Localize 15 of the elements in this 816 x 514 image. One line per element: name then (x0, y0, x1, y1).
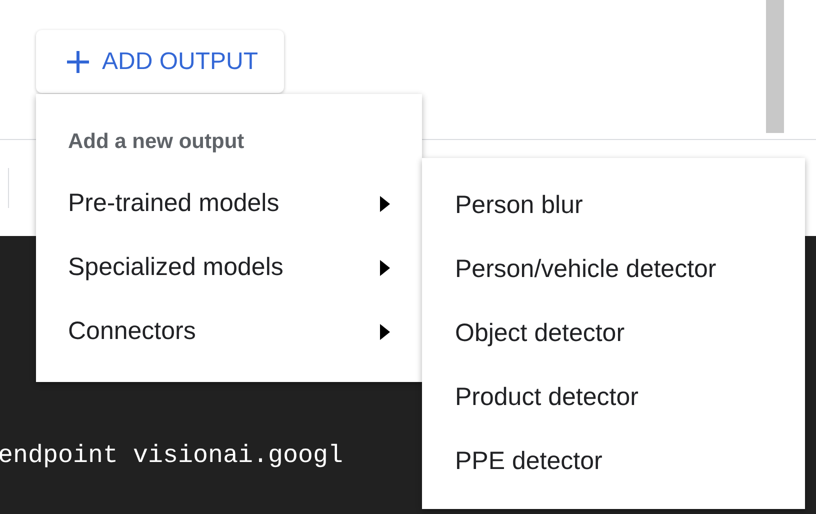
submenu-arrow-icon (380, 196, 390, 212)
menu-item[interactable]: Connectors (36, 300, 422, 364)
submenu-arrow-icon (380, 260, 390, 276)
menu-header: Add a new output (67, 129, 244, 155)
scrollbar-thumb[interactable] (766, 0, 784, 133)
submenu-item[interactable]: Person blur (422, 174, 805, 238)
submenu-item[interactable]: Product detector (422, 366, 805, 430)
submenu-item[interactable]: PPE detector (422, 430, 805, 494)
plus-icon (66, 50, 90, 74)
menu-item[interactable]: Pre-trained models (36, 172, 422, 236)
submenu-arrow-icon (380, 324, 390, 340)
add-output-button[interactable]: ADD OUTPUT (36, 30, 284, 93)
submenu-item[interactable]: Person/vehicle detector (422, 238, 805, 302)
menu-item[interactable]: Specialized models (36, 236, 422, 300)
submenu-item[interactable]: Object detector (422, 302, 805, 366)
